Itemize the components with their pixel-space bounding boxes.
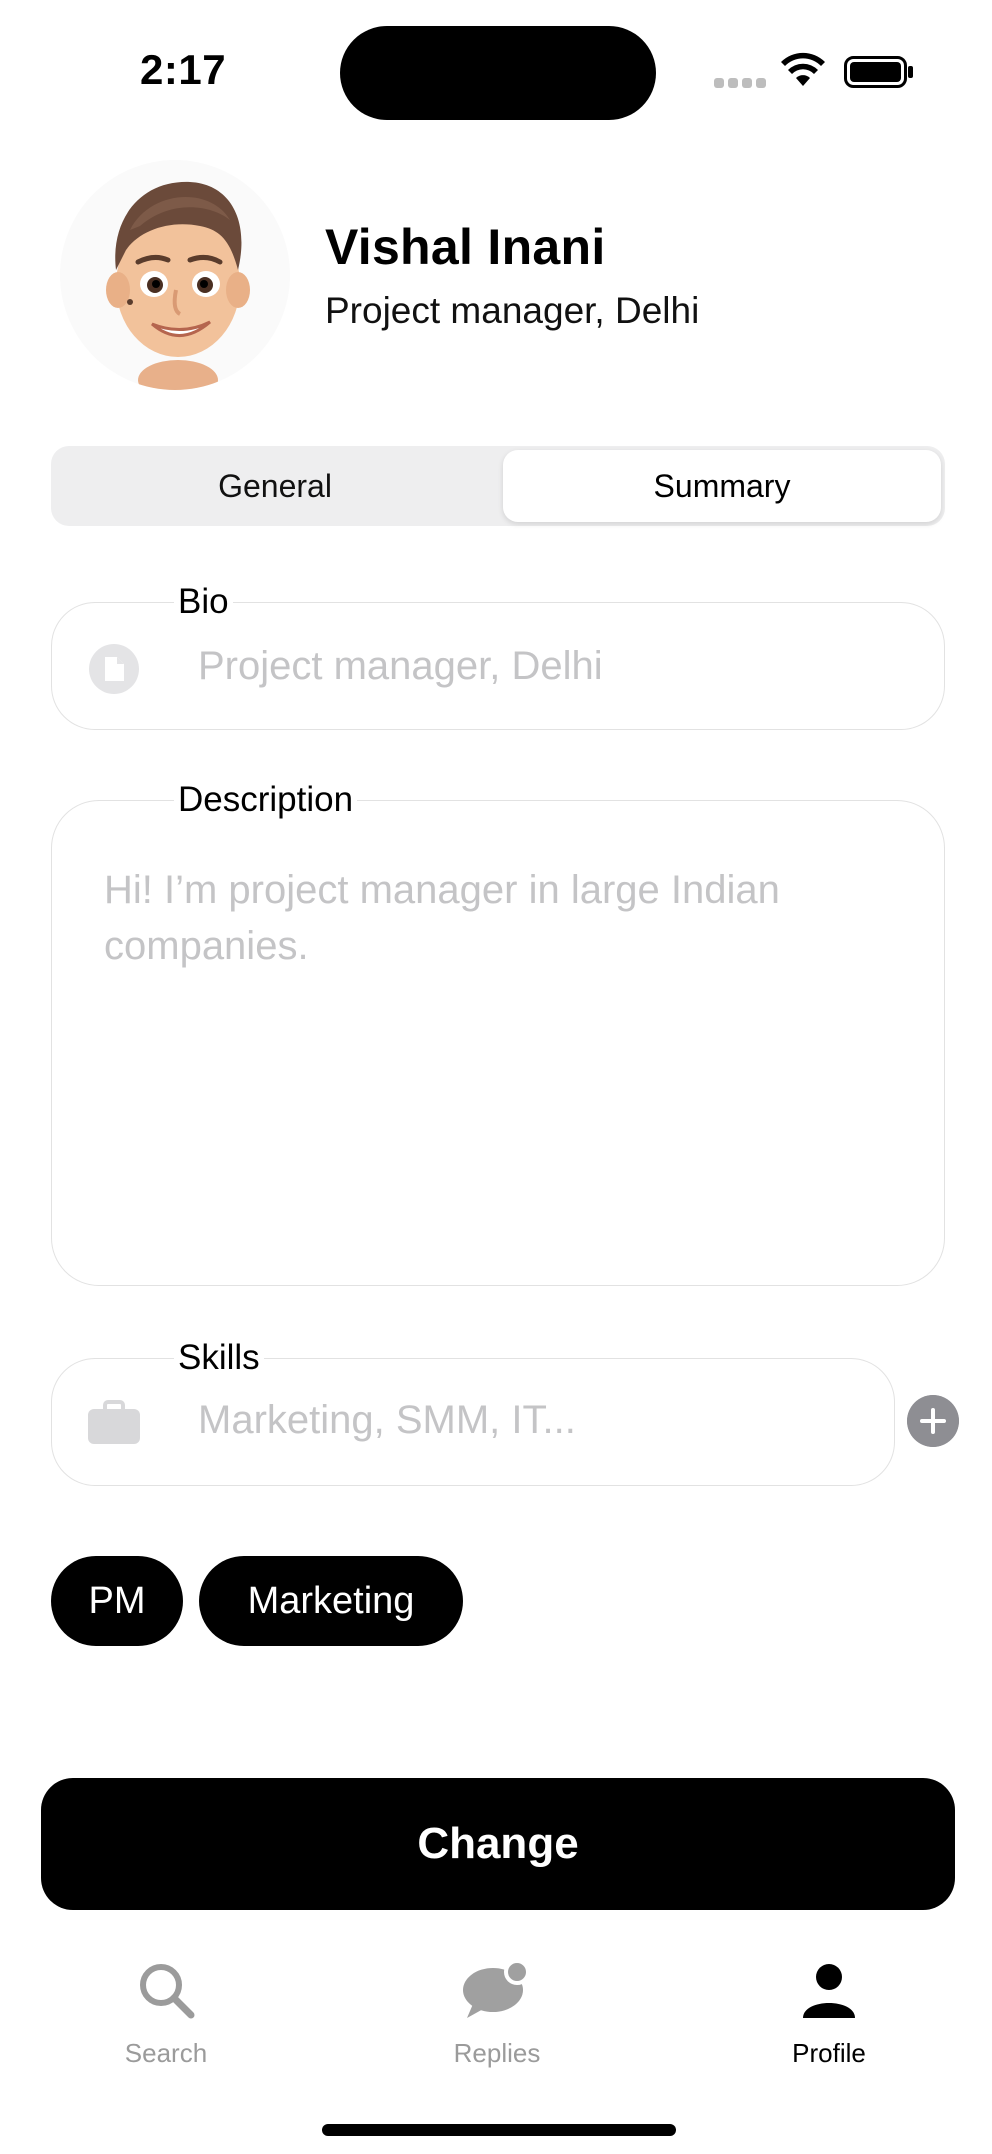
home-indicator	[322, 2124, 676, 2136]
dynamic-island	[340, 26, 656, 120]
document-icon	[89, 644, 139, 694]
search-icon	[140, 1964, 195, 2019]
tab-general[interactable]: General	[55, 450, 495, 522]
skill-chip-pm[interactable]: PM	[51, 1556, 183, 1646]
tab-summary[interactable]: Summary	[503, 450, 941, 522]
tabbar-item-replies[interactable]: Replies	[397, 1960, 597, 2080]
bio-label: Bio	[174, 582, 233, 622]
briefcase-icon	[88, 1400, 140, 1444]
profile-role: Project manager, Delhi	[325, 290, 700, 331]
skills-input[interactable]: Marketing, SMM, IT...	[198, 1398, 576, 1443]
avatar[interactable]	[60, 160, 290, 390]
chat-bubble-icon	[463, 1960, 530, 2018]
change-button[interactable]: Change	[41, 1778, 955, 1910]
bio-input[interactable]: Project manager, Delhi	[198, 644, 603, 689]
wifi-icon	[781, 52, 825, 86]
person-icon	[803, 1964, 855, 2018]
profile-name: Vishal Inani	[325, 219, 606, 275]
skills-label: Skills	[174, 1338, 264, 1378]
cellular-signal-icon	[714, 78, 766, 88]
tabbar-item-search[interactable]: Search	[66, 1960, 266, 2080]
tabbar-label-profile: Profile	[792, 2038, 866, 2068]
skill-chip-marketing[interactable]: Marketing	[199, 1556, 463, 1646]
tabbar-label-search: Search	[124, 2038, 208, 2068]
status-time: 2:17	[140, 46, 227, 93]
tabbar-label-replies: Replies	[453, 2038, 541, 2068]
segmented-control: General Summary	[51, 446, 945, 526]
tabbar-item-profile[interactable]: Profile	[729, 1960, 929, 2080]
add-skill-button[interactable]	[907, 1395, 959, 1447]
description-label: Description	[174, 780, 358, 820]
battery-icon	[844, 56, 913, 88]
description-input[interactable]: Hi! I’m project manager in large Indian …	[104, 862, 824, 974]
memoji-avatar-icon	[106, 181, 250, 390]
